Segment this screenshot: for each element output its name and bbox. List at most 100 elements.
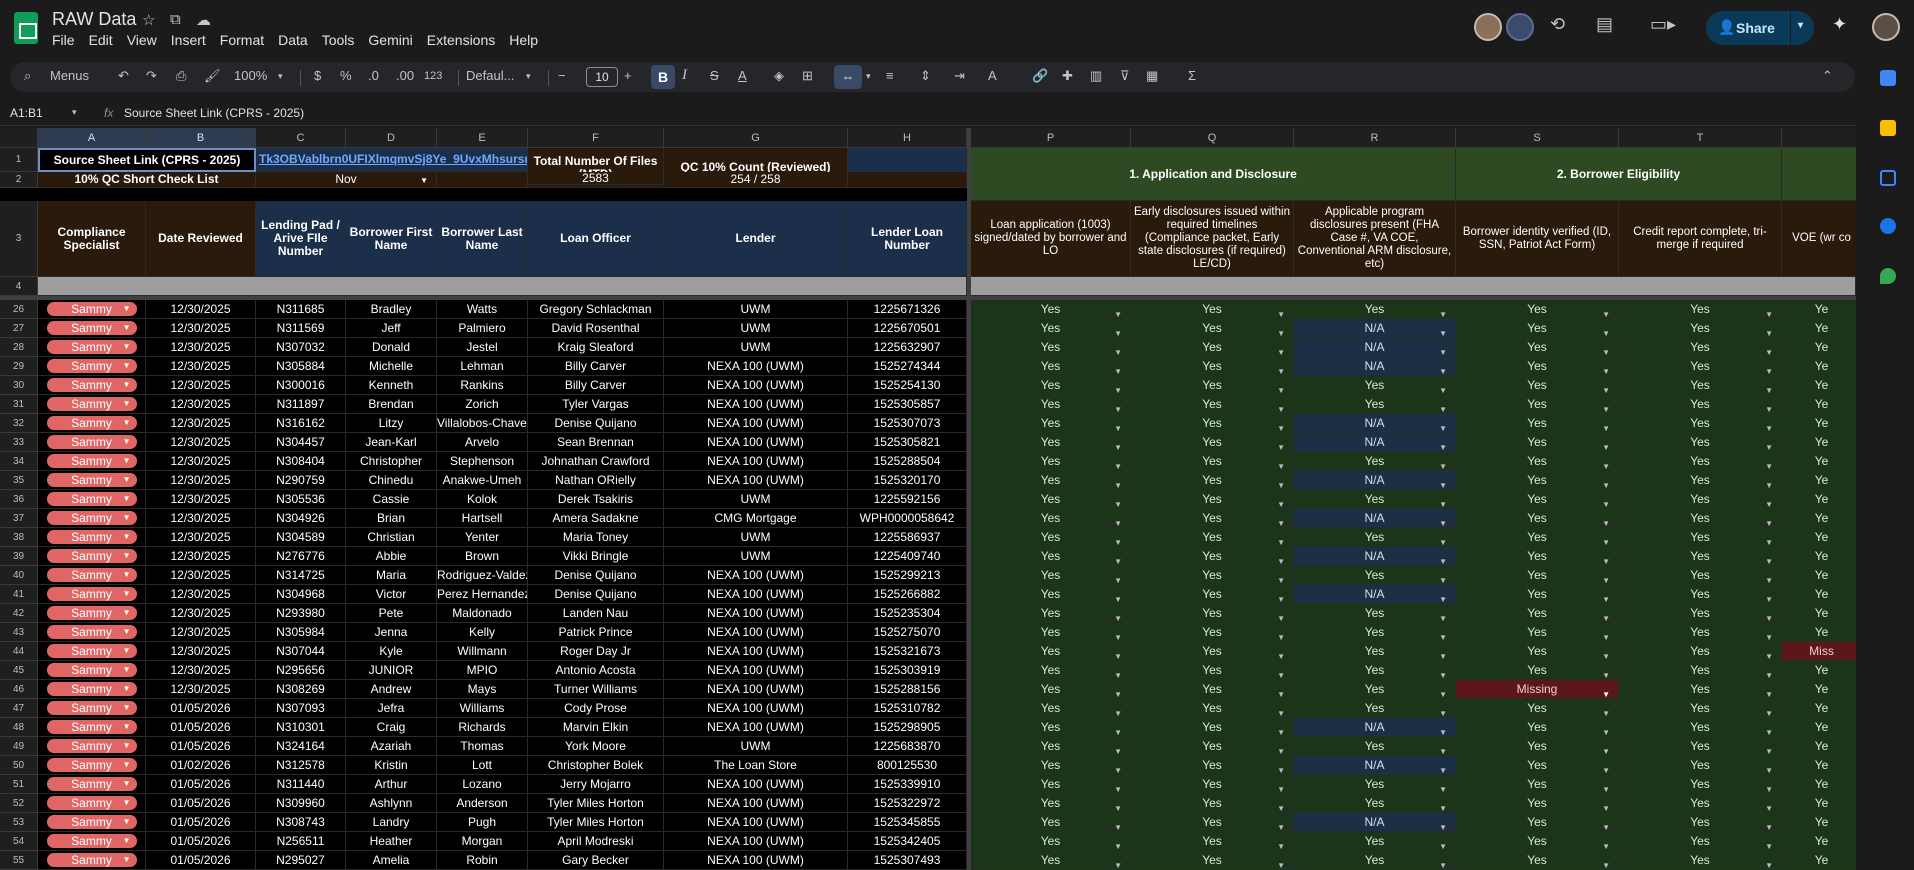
check-cell-u[interactable]: Ye: [1782, 813, 1856, 832]
document-title[interactable]: RAW Data: [52, 9, 136, 30]
cell-lln[interactable]: 1525299213: [848, 566, 967, 585]
cell-dropdown-icon[interactable]: ▼: [1765, 666, 1773, 679]
column-header-p[interactable]: P: [971, 128, 1131, 148]
cell-lln[interactable]: 1525320170: [848, 471, 967, 490]
check-cell-r[interactable]: N/A ▼: [1294, 585, 1456, 604]
check-cell-u[interactable]: Miss: [1782, 642, 1856, 661]
cell-dropdown-icon[interactable]: ▼: [1114, 400, 1122, 413]
cell-date[interactable]: 12/30/2025: [146, 566, 256, 585]
cell-file[interactable]: N304589: [256, 528, 346, 547]
check-cell-p[interactable]: Yes ▼: [971, 832, 1131, 851]
row-header[interactable]: 36: [0, 490, 38, 509]
compliance-specialist-cell[interactable]: Sammy ▼: [38, 718, 146, 737]
cell-dropdown-icon[interactable]: ▼: [1114, 324, 1122, 337]
cell-dropdown-icon[interactable]: ▼: [1114, 856, 1122, 869]
row-header[interactable]: 26: [0, 300, 38, 319]
cell-lln[interactable]: 1525288504: [848, 452, 967, 471]
check-cell-q[interactable]: Yes ▼: [1131, 471, 1294, 490]
column-header-e[interactable]: E: [437, 128, 528, 148]
chip-dropdown-icon[interactable]: ▼: [123, 758, 131, 772]
cell-dropdown-icon[interactable]: ▼: [1765, 343, 1773, 356]
cell-lo[interactable]: Christopher Bolek: [528, 756, 664, 775]
chip-dropdown-icon[interactable]: ▼: [123, 511, 131, 525]
check-cell-q[interactable]: Yes ▼: [1131, 585, 1294, 604]
collapse-toolbar-icon[interactable]: ⌃: [1822, 68, 1833, 84]
cell-last[interactable]: Lozano: [437, 775, 528, 794]
cell-dropdown-icon[interactable]: ▼: [1114, 457, 1122, 470]
check-cell-q[interactable]: Yes ▼: [1131, 813, 1294, 832]
cell-last[interactable]: Kelly: [437, 623, 528, 642]
check-cell-u[interactable]: Ye: [1782, 756, 1856, 775]
font-select[interactable]: Defaul...: [466, 68, 514, 83]
cell-file[interactable]: N308743: [256, 813, 346, 832]
check-cell-p[interactable]: Yes ▼: [971, 471, 1131, 490]
chip-dropdown-icon[interactable]: ▼: [123, 720, 131, 734]
cell-first[interactable]: Donald: [346, 338, 437, 357]
cell-dropdown-icon[interactable]: ▼: [1277, 837, 1285, 850]
cell-dropdown-icon[interactable]: ▼: [1602, 438, 1610, 451]
meeting-avatar[interactable]: [1506, 13, 1534, 41]
cell-dropdown-icon[interactable]: ▼: [1114, 609, 1122, 622]
check-cell-u[interactable]: Ye: [1782, 661, 1856, 680]
account-avatar[interactable]: [1872, 13, 1900, 41]
cell-lender[interactable]: NEXA 100 (UWM): [664, 623, 848, 642]
check-cell-u[interactable]: Ye: [1782, 414, 1856, 433]
row-header[interactable]: 39: [0, 547, 38, 566]
cell-date[interactable]: 01/05/2026: [146, 832, 256, 851]
cell-dropdown-icon[interactable]: ▼: [1602, 818, 1610, 831]
compliance-specialist-cell[interactable]: Sammy ▼: [38, 395, 146, 414]
cell-dropdown-icon[interactable]: ▼: [1765, 628, 1773, 641]
cell-last[interactable]: Lott: [437, 756, 528, 775]
cell-dropdown-icon[interactable]: ▼: [1765, 533, 1773, 546]
row-header[interactable]: 43: [0, 623, 38, 642]
check-cell-s[interactable]: Yes ▼: [1456, 452, 1619, 471]
menu-help[interactable]: Help: [509, 32, 545, 48]
specialist-chip[interactable]: Sammy ▼: [46, 777, 137, 791]
cell-file[interactable]: N300016: [256, 376, 346, 395]
cell-lo[interactable]: Johnathan Crawford: [528, 452, 664, 471]
check-cell-s[interactable]: Yes ▼: [1456, 338, 1619, 357]
check-cell-u[interactable]: Ye: [1782, 452, 1856, 471]
cell-dropdown-icon[interactable]: ▼: [1602, 742, 1610, 755]
cell-date[interactable]: 12/30/2025: [146, 357, 256, 376]
check-cell-r[interactable]: Yes ▼: [1294, 832, 1456, 851]
chip-dropdown-icon[interactable]: ▼: [123, 454, 131, 468]
cell-dropdown-icon[interactable]: ▼: [1765, 704, 1773, 717]
search-icon[interactable]: ⌕: [24, 68, 31, 84]
cell-dropdown-icon[interactable]: ▼: [1765, 305, 1773, 318]
cell-dropdown-icon[interactable]: ▼: [1602, 495, 1610, 508]
row-header[interactable]: 28: [0, 338, 38, 357]
cell-last[interactable]: Kolok: [437, 490, 528, 509]
cell-first[interactable]: Victor: [346, 585, 437, 604]
cell-date[interactable]: 12/30/2025: [146, 414, 256, 433]
cell-lo[interactable]: Denise Quijano: [528, 585, 664, 604]
menu-insert[interactable]: Insert: [171, 32, 213, 48]
cell-dropdown-icon[interactable]: ▼: [1439, 381, 1447, 394]
cell-dropdown-icon[interactable]: ▼: [1602, 799, 1610, 812]
check-cell-r[interactable]: N/A ▼: [1294, 547, 1456, 566]
column-header-r[interactable]: R: [1294, 128, 1456, 148]
chip-dropdown-icon[interactable]: ▼: [123, 359, 131, 373]
cell-lln[interactable]: WPH0000058642: [848, 509, 967, 528]
check-cell-s[interactable]: Yes ▼: [1456, 319, 1619, 338]
insert-link-icon[interactable]: 🔗: [1032, 68, 1048, 84]
check-cell-p[interactable]: Yes ▼: [971, 452, 1131, 471]
blank-r2[interactable]: [437, 172, 528, 188]
cell-dropdown-icon[interactable]: ▼: [1439, 457, 1447, 470]
cell-dropdown-icon[interactable]: ▼: [1277, 704, 1285, 717]
check-cell-t[interactable]: Yes ▼: [1619, 642, 1782, 661]
cell-first[interactable]: Jenna: [346, 623, 437, 642]
check-cell-u[interactable]: Ye: [1782, 794, 1856, 813]
cell-dropdown-icon[interactable]: ▼: [1277, 400, 1285, 413]
menu-tools[interactable]: Tools: [322, 32, 362, 48]
cell-dropdown-icon[interactable]: ▼: [1439, 704, 1447, 717]
cell-dropdown-icon[interactable]: ▼: [1765, 476, 1773, 489]
font-size-input[interactable]: 10: [586, 67, 618, 87]
check-cell-s[interactable]: Yes ▼: [1456, 376, 1619, 395]
column-header-t[interactable]: T: [1619, 128, 1782, 148]
check-cell-q[interactable]: Yes ▼: [1131, 319, 1294, 338]
row-header[interactable]: 29: [0, 357, 38, 376]
compliance-specialist-cell[interactable]: Sammy ▼: [38, 699, 146, 718]
check-cell-q[interactable]: Yes ▼: [1131, 433, 1294, 452]
cell-lender[interactable]: NEXA 100 (UWM): [664, 699, 848, 718]
